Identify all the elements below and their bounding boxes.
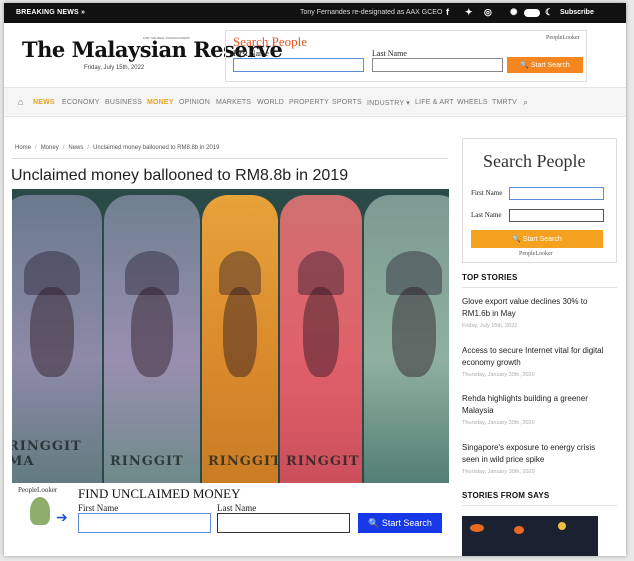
nav-tmrtv[interactable]: TMRTV — [492, 99, 517, 106]
news-ticker[interactable]: Tony Fernandes re-designated as AAX GCEO — [300, 9, 442, 16]
banknote-roll: RINGGIT — [280, 195, 362, 483]
nav-news[interactable]: NEWS — [33, 99, 55, 106]
find-unclaimed-money-ad: PeopleLooker ➔ FIND UNCLAIMED MONEY Firs… — [12, 485, 449, 537]
sidebar-start-search-button[interactable]: 🔍 Start Search — [471, 230, 603, 248]
nav-life-art[interactable]: LIFE & ART — [415, 99, 454, 106]
says-heading: STORIES FROM SAYS — [462, 491, 550, 500]
story-headline[interactable]: Rehda highlights building a greener Mala… — [462, 393, 612, 417]
subscribe-link[interactable]: Subscribe — [560, 9, 594, 16]
says-divider — [462, 505, 617, 506]
main-nav: ⌂ NEWS ECONOMY BUSINESS MONEY OPINION MA… — [4, 87, 626, 117]
story-item[interactable]: Access to secure Internet vital for digi… — [462, 345, 612, 378]
nav-opinion[interactable]: OPINION — [179, 99, 210, 106]
banknote-roll: RINGGIT MA — [12, 195, 102, 483]
breaking-news-label[interactable]: BREAKING NEWS » — [16, 9, 85, 16]
header-date: Friday, July 15th, 2022 — [84, 65, 145, 71]
story-headline[interactable]: Glove export value declines 30% to RM1.6… — [462, 296, 612, 320]
search-icon: 🔍 — [512, 236, 523, 243]
top-bar: BREAKING NEWS » Tony Fernandes re-design… — [4, 3, 626, 23]
nav-money[interactable]: MONEY — [147, 99, 174, 106]
sidebar-start-search-label: Start Search — [522, 236, 562, 243]
nav-industry[interactable]: INDUSTRY ▾ — [367, 99, 410, 107]
find-last-name-input[interactable] — [217, 513, 350, 533]
header-search-brand: PeopleLooker — [546, 35, 580, 41]
header-last-name-input[interactable] — [372, 58, 503, 72]
search-icon: 🔍 — [368, 517, 382, 528]
story-date: Thursday, January 30th, 2020 — [462, 469, 535, 475]
banknote-roll: RINGGIT — [202, 195, 278, 483]
browser-page: BREAKING NEWS » Tony Fernandes re-design… — [4, 3, 626, 556]
says-story-image[interactable] — [462, 516, 598, 556]
nav-world[interactable]: WORLD — [257, 99, 284, 106]
banknote-text: RINGGIT — [110, 454, 184, 469]
article-title: Unclaimed money ballooned to RM8.8b in 2… — [11, 167, 349, 184]
find-brand: PeopleLooker — [18, 486, 58, 494]
find-first-name-label: First Name — [78, 503, 119, 513]
header-last-name-label: Last Name — [372, 49, 407, 58]
find-start-search-button[interactable]: 🔍 Start Search — [358, 513, 442, 533]
story-headline[interactable]: Singapore's exposure to energy crisis se… — [462, 442, 612, 466]
nav-property[interactable]: PROPERTY — [289, 99, 329, 106]
nav-search-icon[interactable]: ⌕ — [523, 97, 528, 108]
breadcrumb-divider — [12, 158, 448, 159]
story-item[interactable]: Glove export value declines 30% to RM1.6… — [462, 296, 612, 329]
nav-economy[interactable]: ECONOMY — [62, 99, 100, 106]
logo-tagline: FOR THE REAL STAKEHOLDERS — [143, 36, 190, 40]
sidebar-first-name-input[interactable] — [509, 187, 604, 200]
sidebar-people-search-ad: Search People First Name Last Name 🔍 Sta… — [462, 138, 617, 263]
nav-markets[interactable]: MARKETS — [216, 99, 251, 106]
top-stories-heading: TOP STORIES — [462, 273, 518, 282]
story-date: Thursday, January 30th, 2020 — [462, 372, 535, 378]
banknote-text: RINGGIT — [208, 454, 278, 469]
banknote-roll: RINGGIT — [104, 195, 200, 483]
banknote-roll — [364, 195, 449, 483]
mascot-icon — [30, 497, 50, 525]
breadcrumb-money[interactable]: Money — [41, 145, 59, 151]
story-date: Friday, July 15th, 2022 — [462, 323, 518, 329]
nav-sports[interactable]: SPORTS — [332, 99, 362, 106]
breadcrumb-home[interactable]: Home — [15, 145, 31, 151]
nav-business[interactable]: BUSINESS — [105, 99, 142, 106]
header-start-search-button[interactable]: 🔍 Start Search — [507, 57, 583, 73]
sun-icon: ✺ — [510, 7, 518, 17]
dark-mode-toggle[interactable] — [524, 9, 540, 17]
header-first-name-label: First Name — [233, 49, 269, 58]
moon-icon: ☾ — [545, 7, 554, 17]
find-first-name-input[interactable] — [78, 513, 211, 533]
breadcrumb: Home / Money / News / Unclaimed money balloone… — [15, 145, 220, 151]
search-icon: 🔍 — [520, 62, 531, 69]
home-icon[interactable]: ⌂ — [18, 97, 23, 107]
nav-wheels[interactable]: WHEELS — [457, 99, 488, 106]
header-first-name-input[interactable] — [233, 58, 364, 72]
sidebar-search-title: Search People — [483, 151, 586, 171]
find-last-name-label: Last Name — [217, 503, 257, 513]
top-stories-divider — [462, 287, 617, 288]
story-item[interactable]: Rehda highlights building a greener Mala… — [462, 393, 612, 426]
banknote-text: RINGGIT — [286, 454, 360, 469]
twitter-icon[interactable]: ✦ — [465, 7, 473, 18]
find-title: FIND UNCLAIMED MONEY — [78, 486, 241, 501]
breadcrumb-current: Unclaimed money ballooned to RM8.8b in 2… — [93, 145, 220, 151]
sidebar-last-name-label: Last Name — [471, 211, 502, 219]
sidebar-last-name-input[interactable] — [509, 209, 604, 222]
sidebar-first-name-label: First Name — [471, 189, 503, 197]
instagram-icon[interactable]: ◎ — [484, 7, 492, 18]
story-date: Thursday, January 30th, 2020 — [462, 420, 535, 426]
breadcrumb-news[interactable]: News — [68, 145, 83, 151]
article-hero-image: RINGGIT MA RINGGIT RINGGIT RINGGIT — [12, 189, 449, 483]
arrow-right-icon: ➔ — [56, 511, 68, 526]
sidebar-search-brand: PeopleLooker — [519, 251, 553, 257]
story-item[interactable]: Singapore's exposure to energy crisis se… — [462, 442, 612, 475]
header-search-title: Search People — [233, 34, 308, 49]
banknote-text: RINGGIT MA — [12, 439, 82, 469]
story-headline[interactable]: Access to secure Internet vital for digi… — [462, 345, 612, 369]
header-start-search-label: Start Search — [530, 62, 570, 69]
facebook-icon[interactable]: f — [446, 7, 449, 17]
header-people-search-ad: Search People PeopleLooker First Name La… — [225, 30, 587, 82]
find-start-search-label: Start Search — [381, 517, 432, 528]
